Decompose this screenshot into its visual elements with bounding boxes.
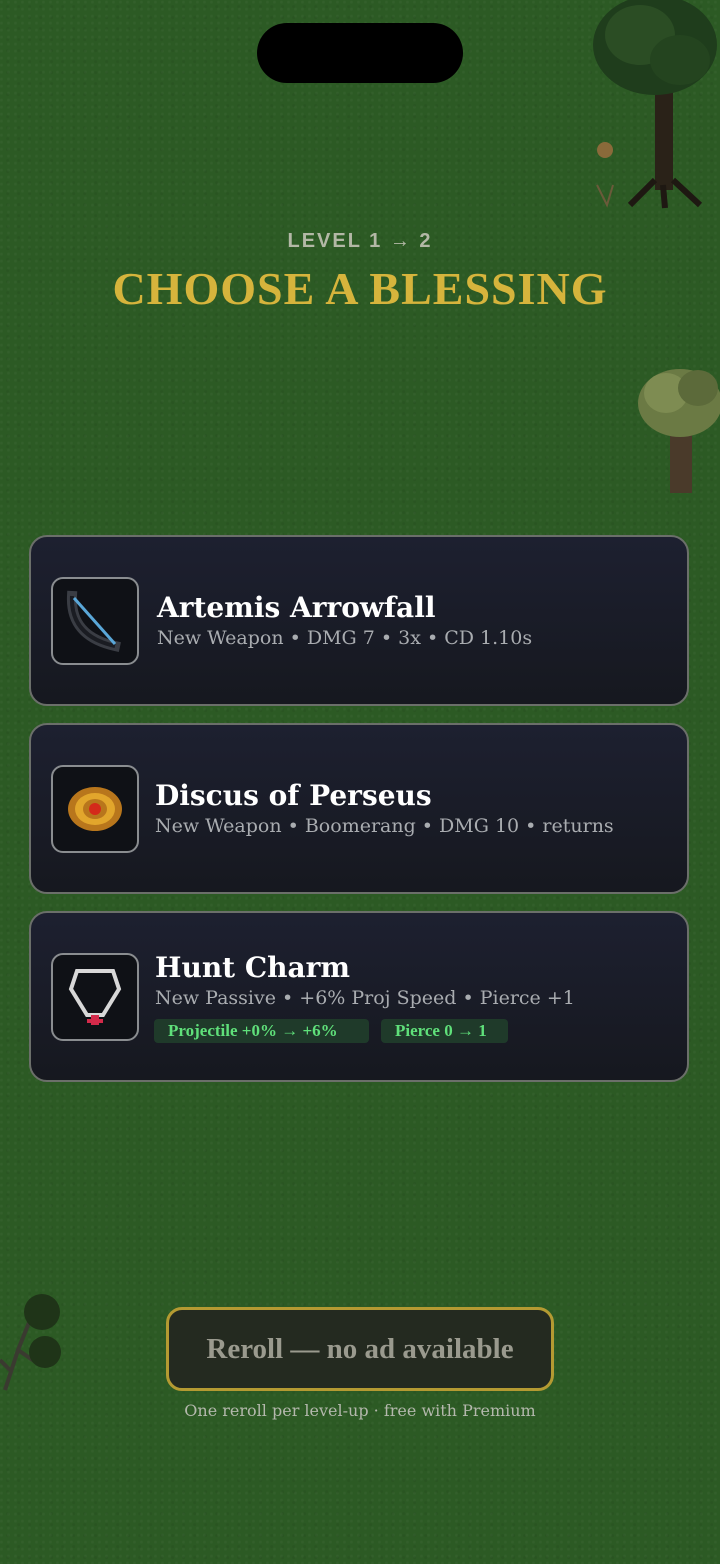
blessing-card-discus-of-perseus[interactable]: Discus of Perseus New Weapon • Boomerang… [29, 723, 689, 894]
page-title: CHOOSE A BLESSING [112, 263, 608, 314]
blessing-icon-frame [51, 577, 139, 665]
reroll-button[interactable]: Reroll — no ad available [166, 1307, 554, 1391]
blessing-title: Discus of Perseus [155, 779, 432, 812]
blessing-description: New Weapon • DMG 7 • 3x • CD 1.10s [157, 627, 533, 649]
tree-bottom-left-decoration [0, 1294, 61, 1391]
reroll-note: One reroll per level-up · free with Prem… [184, 1401, 536, 1420]
camera-notch [257, 23, 463, 83]
discus-icon [68, 787, 122, 831]
blessing-card-hunt-charm[interactable]: Hunt Charm New Passive • +6% Proj Speed … [29, 911, 689, 1082]
blessing-title: Hunt Charm [155, 951, 351, 984]
blessing-title: Artemis Arrowfall [157, 591, 436, 624]
stat-chip-pierce: Pierce 0 → 1 [381, 1019, 508, 1043]
stat-chip-projectile: Projectile +0% → +6% [154, 1019, 369, 1043]
blessing-icon-frame [51, 765, 139, 853]
blessing-description: New Weapon • Boomerang • DMG 10 • return… [155, 815, 614, 837]
charm-necklace-icon [68, 969, 122, 1025]
tree-top-right-decoration [593, 0, 717, 209]
blessing-description: New Passive • +6% Proj Speed • Pierce +1 [155, 987, 575, 1009]
blessing-card-artemis-arrowfall[interactable]: Artemis Arrowfall New Weapon • DMG 7 • 3… [29, 535, 689, 706]
blessing-icon-frame [51, 953, 139, 1041]
tree-right-decoration [638, 369, 720, 493]
level-progress-label: LEVEL 1 → 2 [287, 230, 433, 252]
bow-icon [66, 590, 121, 652]
